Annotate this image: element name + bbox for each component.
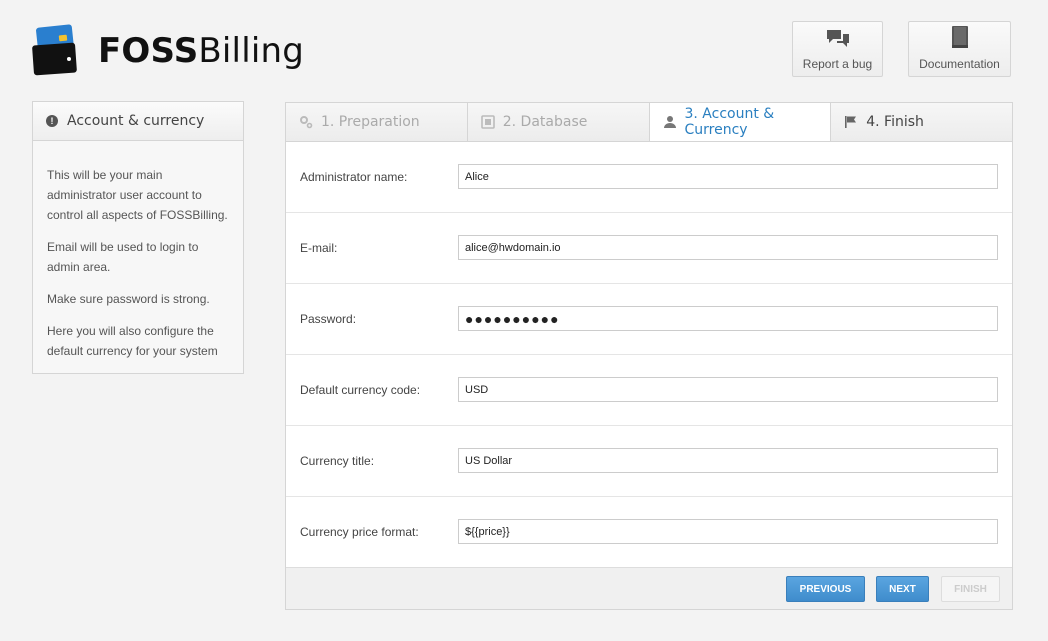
gears-icon	[299, 115, 313, 129]
currency-code-input[interactable]	[458, 377, 998, 402]
flag-icon	[844, 115, 858, 129]
info-panel-body: This will be your main administrator use…	[33, 141, 243, 361]
book-icon	[950, 25, 970, 52]
documentation-button[interactable]: Documentation	[908, 21, 1011, 77]
wallet-logo-icon	[32, 24, 79, 76]
user-icon	[663, 115, 677, 129]
info-paragraph: Here you will also configure the default…	[47, 324, 218, 358]
form-row-currency-code: Default currency code:	[286, 355, 1012, 426]
admin-name-label: Administrator name:	[300, 170, 408, 184]
form-row-email: E-mail:	[286, 213, 1012, 284]
currency-code-label: Default currency code:	[300, 383, 421, 397]
password-input[interactable]	[458, 306, 998, 331]
brand-name-bold: FOSS	[98, 31, 199, 71]
logo: FOSSBilling	[32, 24, 304, 76]
tab-label: 2. Database	[502, 114, 588, 130]
currency-title-input[interactable]	[458, 448, 998, 473]
currency-title-label: Currency title:	[300, 454, 375, 468]
email-label: E-mail:	[300, 241, 338, 255]
info-paragraph: Email will be used to login to admin are…	[47, 240, 199, 274]
info-panel-title: Account & currency	[67, 113, 205, 129]
database-icon	[480, 115, 495, 129]
info-panel: ! Account & currency This will be your m…	[32, 101, 244, 374]
form-row-currency-title: Currency title:	[286, 426, 1012, 497]
tab-label: 3. Account & Currency	[684, 106, 775, 138]
tab-preparation[interactable]: 1. Preparation	[286, 103, 468, 141]
email-input[interactable]	[458, 235, 998, 260]
wizard-footer: PREVIOUS NEXT FINISH	[286, 567, 1012, 609]
next-button[interactable]: NEXT	[876, 576, 929, 602]
previous-button[interactable]: PREVIOUS	[786, 576, 865, 602]
info-paragraph: Make sure password is strong.	[47, 292, 210, 306]
info-icon: !	[46, 115, 58, 127]
report-bug-button[interactable]: Report a bug	[792, 21, 883, 77]
install-wizard: 1. Preparation 2. Database 3. Account & …	[285, 102, 1013, 610]
tab-label: 4. Finish	[866, 114, 924, 130]
password-label: Password:	[300, 312, 357, 326]
info-panel-header: ! Account & currency	[33, 102, 243, 141]
speech-bubbles-icon	[826, 29, 850, 52]
documentation-label: Documentation	[919, 57, 1000, 71]
form-row-password: Password:	[286, 284, 1012, 355]
form-row-admin-name: Administrator name:	[286, 142, 1012, 213]
price-format-input[interactable]	[458, 519, 998, 544]
info-paragraph: This will be your main administrator use…	[47, 168, 228, 222]
tab-label: 1. Preparation	[321, 114, 420, 130]
report-bug-label: Report a bug	[802, 57, 873, 71]
wizard-steps: 1. Preparation 2. Database 3. Account & …	[286, 103, 1012, 142]
tab-database[interactable]: 2. Database	[467, 103, 650, 141]
finish-button: FINISH	[941, 576, 1000, 602]
tab-account-currency[interactable]: 3. Account & Currency	[649, 103, 832, 141]
price-format-label: Currency price format:	[300, 525, 419, 539]
form-row-price-format: Currency price format:	[286, 497, 1012, 568]
brand-name: FOSSBilling	[98, 31, 304, 71]
admin-name-input[interactable]	[458, 164, 998, 189]
tab-finish[interactable]: 4. Finish	[831, 103, 1012, 141]
brand-name-light: Billing	[198, 31, 305, 71]
